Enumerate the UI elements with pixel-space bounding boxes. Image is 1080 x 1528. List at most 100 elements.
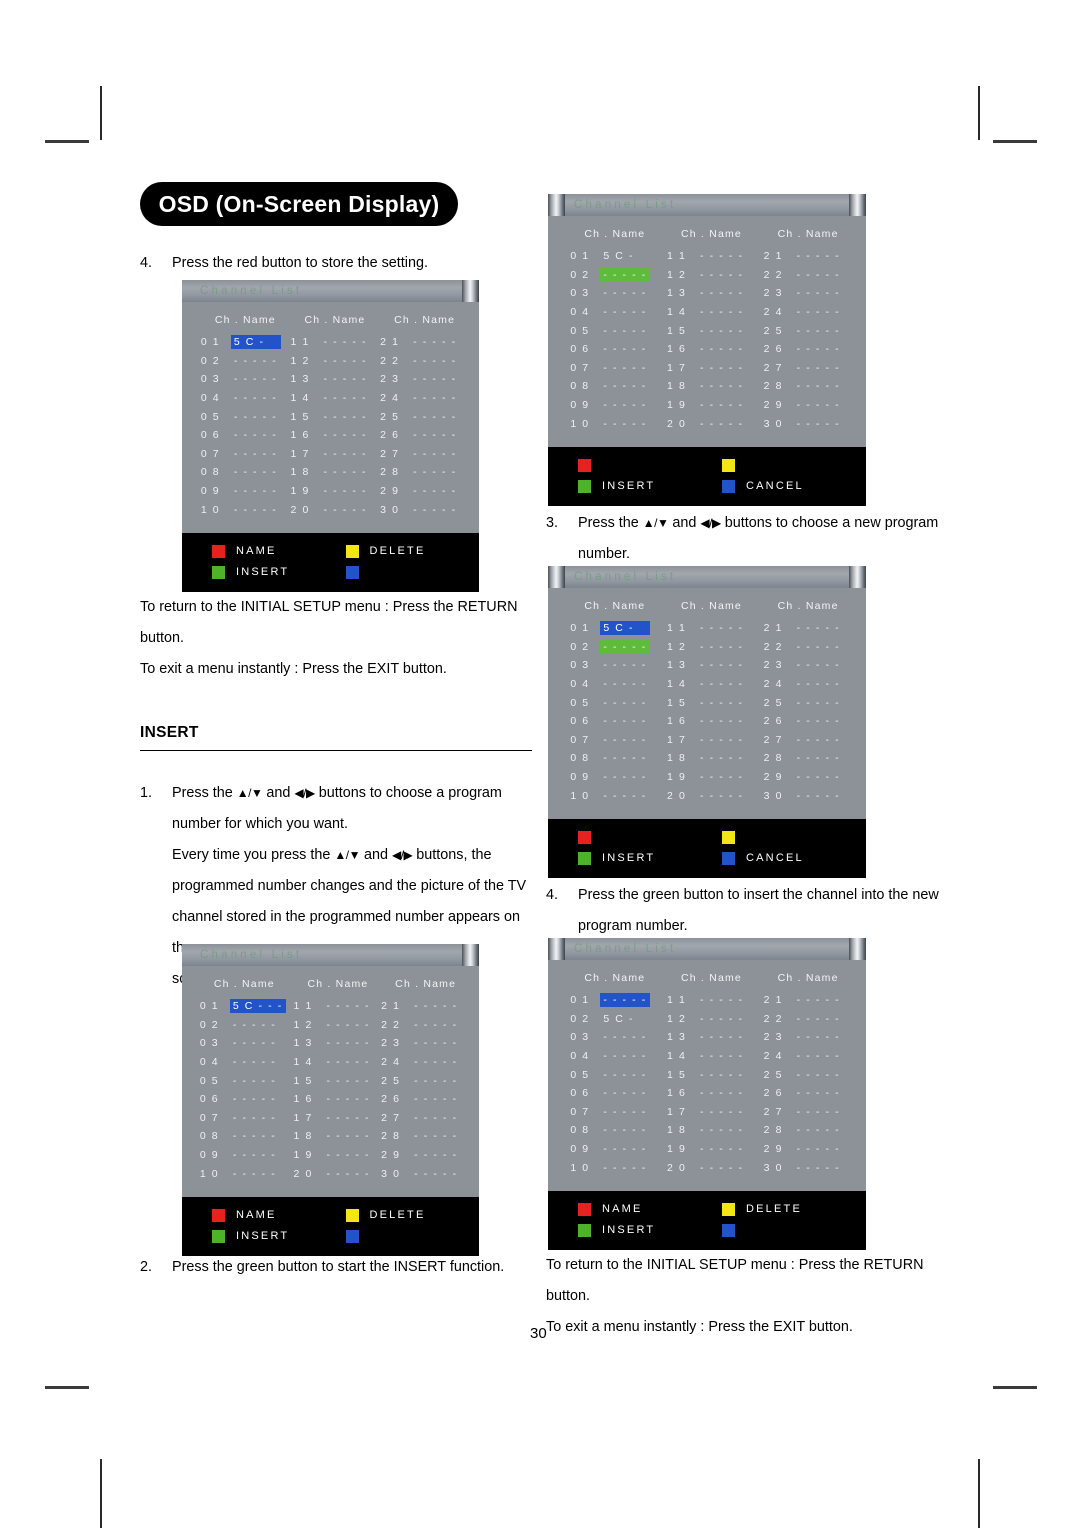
osd-legend-item-red[interactable]: NAME bbox=[212, 544, 346, 558]
osd-channel-row[interactable]: 0 1 5 C - - - bbox=[200, 997, 286, 1016]
osd-channel-row[interactable]: 1 3 - - - - - bbox=[667, 284, 747, 303]
osd-channel-row[interactable]: 0 2 - - - - - bbox=[570, 266, 651, 285]
osd-channel-row[interactable]: 1 7 - - - - - bbox=[667, 359, 747, 378]
osd-legend-item-green[interactable]: INSERT bbox=[578, 479, 722, 493]
osd-channel-row[interactable]: 0 4 - - - - - bbox=[570, 1047, 650, 1066]
osd-channel-row[interactable]: 1 5 - - - - - bbox=[290, 407, 370, 426]
osd-channel-row[interactable]: 2 2 - - - - - bbox=[764, 266, 844, 285]
osd-channel-row[interactable]: 1 3 - - - - - bbox=[667, 1028, 747, 1047]
osd-channel-row[interactable]: 1 8 - - - - - bbox=[667, 1121, 747, 1140]
osd-channel-row[interactable]: 1 5 - - - - - bbox=[667, 1065, 747, 1084]
osd-channel-row[interactable]: 1 5 - - - - - bbox=[667, 321, 747, 340]
osd-channel-row[interactable]: 2 9 - - - - - bbox=[380, 482, 460, 501]
osd-channel-row[interactable]: 1 2 - - - - - bbox=[290, 352, 370, 371]
osd-channel-row[interactable]: 0 7 - - - - - bbox=[201, 445, 281, 464]
osd-channel-row[interactable]: 1 6 - - - - - bbox=[667, 1084, 747, 1103]
osd-channel-row[interactable]: 1 0 - - - - - bbox=[570, 414, 650, 433]
osd-channel-row[interactable]: 1 5 - - - - - bbox=[293, 1071, 373, 1090]
osd-channel-list-2[interactable]: Channel List Ch . Name 0 1 5 C - - - 0 2 - - … bbox=[182, 944, 479, 1256]
osd-legend-item-red[interactable]: NAME bbox=[212, 1208, 346, 1222]
osd-channel-row[interactable]: 1 6 - - - - - bbox=[290, 426, 370, 445]
osd-channel-row[interactable]: 2 8 - - - - - bbox=[381, 1127, 461, 1146]
osd-channel-row[interactable]: 2 3 - - - - - bbox=[764, 284, 844, 303]
osd-channel-row[interactable]: 0 3 - - - - - bbox=[570, 656, 650, 675]
osd-channel-row[interactable]: 0 4 - - - - - bbox=[201, 389, 281, 408]
osd-channel-row[interactable]: 1 2 - - - - - bbox=[667, 1010, 747, 1029]
osd-channel-row[interactable]: 3 0 - - - - - bbox=[764, 786, 844, 805]
osd-channel-row[interactable]: 1 0 - - - - - bbox=[201, 500, 281, 519]
osd-legend-item-blue[interactable] bbox=[345, 565, 480, 579]
osd-channel-row[interactable]: 2 1 - - - - - bbox=[764, 991, 844, 1010]
osd-channel-row[interactable]: 0 8 - - - - - bbox=[570, 1121, 650, 1140]
osd-channel-row[interactable]: 3 0 - - - - - bbox=[764, 1158, 844, 1177]
osd-channel-row[interactable]: 0 4 - - - - - bbox=[200, 1053, 286, 1072]
osd-channel-row[interactable]: 1 0 - - - - - bbox=[200, 1164, 286, 1183]
osd-channel-row[interactable]: 2 4 - - - - - bbox=[381, 1053, 461, 1072]
osd-channel-row[interactable]: 0 2 - - - - - bbox=[201, 352, 281, 371]
osd-channel-row[interactable]: 1 3 - - - - - bbox=[290, 370, 370, 389]
osd-channel-row[interactable]: 2 9 - - - - - bbox=[764, 1140, 844, 1159]
osd-channel-row[interactable]: 2 6 - - - - - bbox=[764, 340, 844, 359]
osd-channel-row[interactable]: 0 3 - - - - - bbox=[201, 370, 281, 389]
osd-legend-item-green[interactable]: INSERT bbox=[578, 851, 722, 865]
osd-channel-row[interactable]: 0 3 - - - - - bbox=[200, 1034, 286, 1053]
osd-channel-row[interactable]: 1 9 - - - - - bbox=[290, 482, 370, 501]
osd-channel-row[interactable]: 1 1 - - - - - bbox=[290, 333, 370, 352]
osd-channel-row[interactable]: 1 0 - - - - - bbox=[570, 1158, 650, 1177]
osd-channel-row[interactable]: 0 5 - - - - - bbox=[201, 407, 281, 426]
osd-legend-item-blue[interactable]: CANCEL bbox=[722, 851, 866, 865]
osd-channel-row[interactable]: 0 8 - - - - - bbox=[200, 1127, 286, 1146]
osd-channel-row[interactable]: 2 8 - - - - - bbox=[764, 377, 844, 396]
osd-channel-row[interactable]: 2 8 - - - - - bbox=[380, 463, 460, 482]
osd-channel-row[interactable]: 2 3 - - - - - bbox=[764, 1028, 844, 1047]
osd-channel-row[interactable]: 1 1 - - - - - bbox=[667, 247, 747, 266]
osd-channel-row[interactable]: 0 5 - - - - - bbox=[570, 321, 650, 340]
osd-channel-row[interactable]: 2 4 - - - - - bbox=[764, 303, 844, 322]
osd-channel-row[interactable]: 2 9 - - - - - bbox=[381, 1146, 461, 1165]
osd-legend-item-red[interactable] bbox=[578, 458, 722, 472]
osd-channel-row[interactable]: 1 3 - - - - - bbox=[293, 1034, 373, 1053]
osd-channel-row[interactable]: 2 4 - - - - - bbox=[764, 1047, 844, 1066]
osd-channel-row[interactable]: 2 5 - - - - - bbox=[764, 1065, 844, 1084]
osd-channel-row[interactable]: 1 9 - - - - - bbox=[667, 396, 747, 415]
osd-channel-row[interactable]: 2 2 - - - - - bbox=[381, 1016, 461, 1035]
osd-channel-row[interactable]: 2 0 - - - - - bbox=[667, 786, 747, 805]
osd-channel-row[interactable]: 0 3 - - - - - bbox=[570, 1028, 650, 1047]
osd-channel-row[interactable]: 0 5 - - - - - bbox=[200, 1071, 286, 1090]
osd-channel-row[interactable]: 0 6 - - - - - bbox=[200, 1090, 286, 1109]
osd-channel-row[interactable]: 0 6 - - - - - bbox=[570, 712, 650, 731]
osd-channel-row[interactable]: 0 7 - - - - - bbox=[570, 1103, 650, 1122]
osd-channel-row[interactable]: 1 8 - - - - - bbox=[290, 463, 370, 482]
osd-legend-item-yellow[interactable]: DELETE bbox=[722, 1202, 866, 1216]
osd-channel-row[interactable]: 0 9 - - - - - bbox=[570, 768, 650, 787]
osd-channel-row[interactable]: 0 6 - - - - - bbox=[570, 1084, 650, 1103]
osd-channel-row[interactable]: 0 9 - - - - - bbox=[201, 482, 281, 501]
osd-channel-row[interactable]: 1 7 - - - - - bbox=[667, 1103, 747, 1122]
osd-legend-item-blue[interactable] bbox=[345, 1229, 480, 1243]
osd-legend-item-green[interactable]: INSERT bbox=[578, 1223, 722, 1237]
osd-channel-row[interactable]: 0 2 - - - - - bbox=[570, 638, 651, 657]
osd-channel-list-1[interactable]: Channel List Ch . Name 0 1 5 C - 0 2 - - - - … bbox=[182, 280, 479, 592]
osd-channel-list-3[interactable]: Channel List Ch . Name 0 1 5 C - 0 2 - - - - … bbox=[548, 194, 866, 506]
osd-channel-row[interactable]: 2 0 - - - - - bbox=[293, 1164, 373, 1183]
osd-channel-row[interactable]: 3 0 - - - - - bbox=[380, 500, 460, 519]
osd-channel-row[interactable]: 2 5 - - - - - bbox=[381, 1071, 461, 1090]
osd-legend-item-green[interactable]: INSERT bbox=[212, 565, 346, 579]
osd-channel-row[interactable]: 1 4 - - - - - bbox=[293, 1053, 373, 1072]
osd-channel-row[interactable]: 2 7 - - - - - bbox=[764, 1103, 844, 1122]
osd-channel-row[interactable]: 1 7 - - - - - bbox=[290, 445, 370, 464]
osd-channel-row[interactable]: 0 4 - - - - - bbox=[570, 303, 650, 322]
osd-channel-row[interactable]: 1 8 - - - - - bbox=[667, 377, 747, 396]
osd-channel-row[interactable]: 0 7 - - - - - bbox=[200, 1109, 286, 1128]
osd-channel-row[interactable]: 1 0 - - - - - bbox=[570, 786, 650, 805]
osd-channel-row[interactable]: 0 1 5 C - bbox=[570, 619, 651, 638]
osd-channel-row[interactable]: 2 0 - - - - - bbox=[667, 1158, 747, 1177]
osd-channel-row[interactable]: 2 2 - - - - - bbox=[380, 352, 460, 371]
osd-channel-row[interactable]: 1 6 - - - - - bbox=[667, 340, 747, 359]
osd-channel-row[interactable]: 1 9 - - - - - bbox=[667, 768, 747, 787]
osd-channel-row[interactable]: 2 5 - - - - - bbox=[764, 321, 844, 340]
osd-channel-row[interactable]: 2 8 - - - - - bbox=[764, 1121, 844, 1140]
osd-channel-row[interactable]: 1 2 - - - - - bbox=[667, 266, 747, 285]
osd-channel-row[interactable]: 0 8 - - - - - bbox=[570, 749, 650, 768]
osd-channel-row[interactable]: 0 8 - - - - - bbox=[201, 463, 281, 482]
